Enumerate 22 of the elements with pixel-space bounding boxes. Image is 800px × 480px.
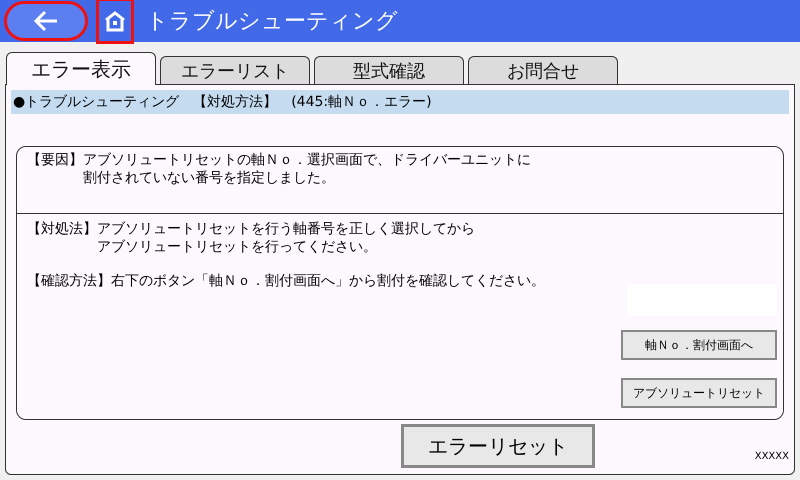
tab[interactable]: お問合せ xyxy=(468,56,618,84)
screen-code: XXXXX xyxy=(754,451,789,462)
action-button[interactable]: アブソリュートリセット xyxy=(621,378,777,408)
home-button[interactable] xyxy=(96,0,134,44)
check-label: 【確認方法】 xyxy=(27,272,111,290)
cause-label: 【要因】 xyxy=(27,151,83,170)
cause-text: アブソリュートリセットの軸Ｎｏ．選択画面で、ドライバーユニットに xyxy=(83,151,531,169)
remedy-label: 【対処法】 xyxy=(27,220,97,239)
tab[interactable]: エラー表示 xyxy=(6,52,156,85)
tab[interactable]: エラーリスト xyxy=(160,56,310,84)
remedy-text: アブソリュートリセットを行う軸番号を正しく選択してから xyxy=(97,220,475,238)
error-reset-button[interactable]: エラーリセット xyxy=(401,424,595,468)
cause-text: 割付されていない番号を指定しました。 xyxy=(83,169,336,187)
check-text: 右下のボタン「軸Ｎｏ．割付画面へ」から割付を確認してください。 xyxy=(111,272,545,290)
remedy-text: アブソリュートリセットを行ってください。 xyxy=(97,238,378,256)
home-icon xyxy=(103,10,127,32)
info-bar: ●トラブルシューティング 【対処方法】 (445:軸Ｎｏ．エラー) xyxy=(11,90,789,114)
screen-title: トラブルシューティング xyxy=(146,8,398,36)
back-button[interactable] xyxy=(4,1,88,41)
tab[interactable]: 型式確認 xyxy=(314,56,464,84)
action-button[interactable]: 軸Ｎｏ．割付画面へ xyxy=(621,330,777,360)
back-arrow-icon xyxy=(33,10,59,32)
